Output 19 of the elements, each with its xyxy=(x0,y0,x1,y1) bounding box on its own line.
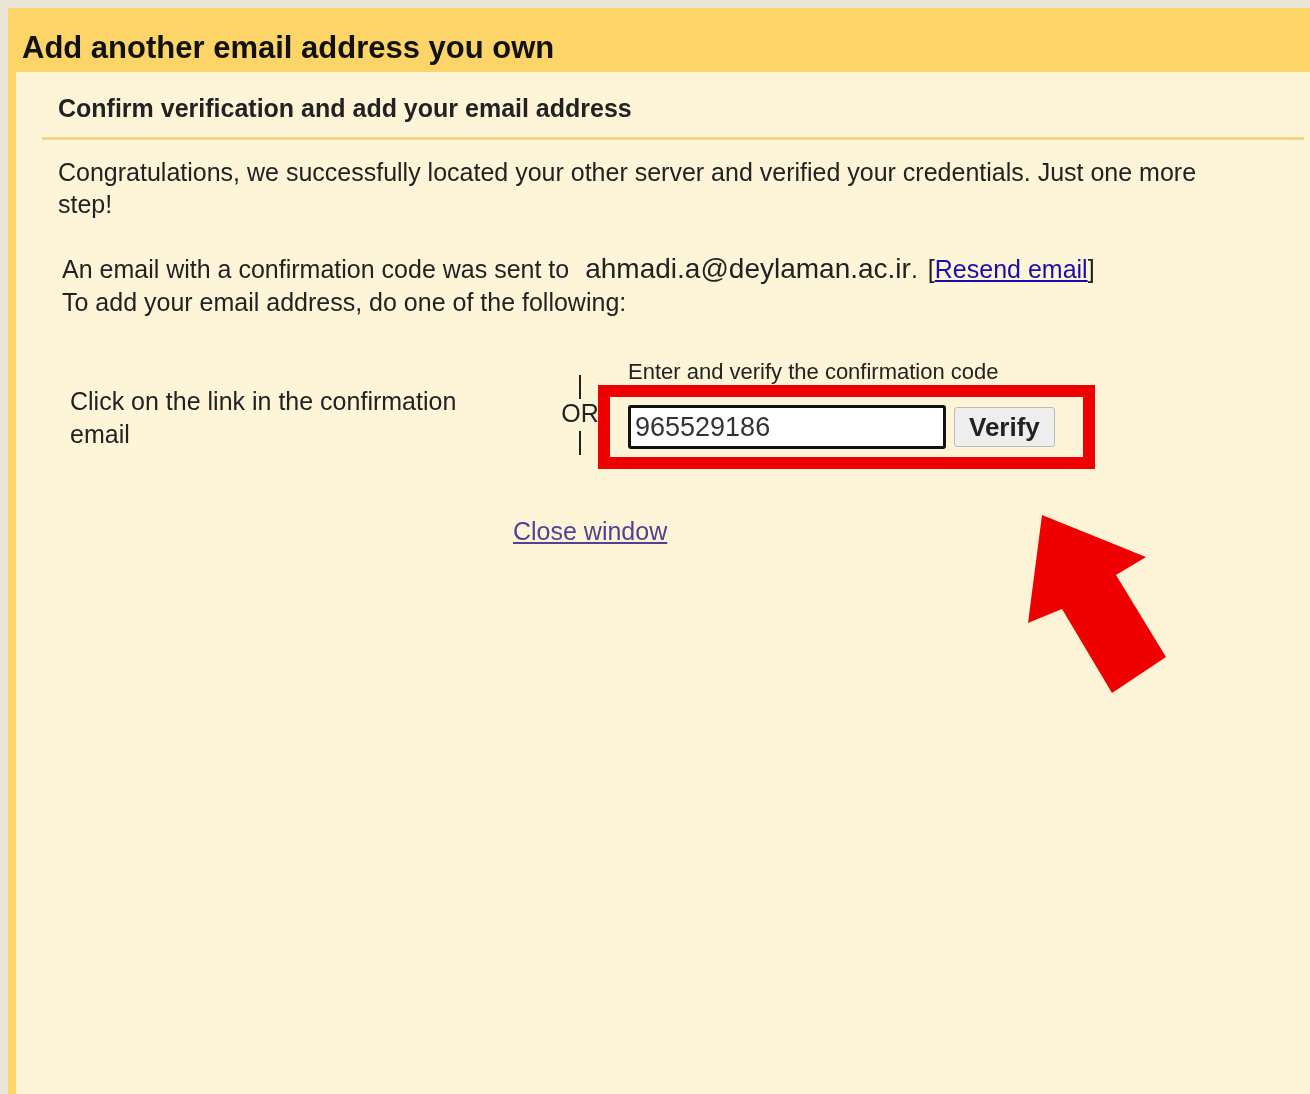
code-input[interactable]: 965529186 xyxy=(628,405,946,449)
email-address: ahmadi.a@deylaman.ac.ir xyxy=(585,252,911,285)
sent-notice: An email with a confirmation code was sent to xyxy=(62,254,570,285)
section-heading: Confirm verification and add your email address xyxy=(42,72,1304,140)
instruction-text: To add your email address, do one of the following: xyxy=(62,287,628,318)
window-title: Add another email address you own xyxy=(21,29,556,67)
arrow-icon xyxy=(1028,515,1166,693)
or-label: OR xyxy=(561,399,599,427)
divider-mark: | xyxy=(576,371,584,399)
bracket-text: ] xyxy=(1087,254,1095,285)
divider-mark: | xyxy=(576,427,584,455)
code-label: Enter and verify the confirmation code xyxy=(627,359,1000,385)
success-message: Congratulations, we successfully located your other server and verified your credentials. Just one more step! xyxy=(57,157,1198,220)
verify-button[interactable]: Verify xyxy=(954,407,1055,447)
option-text: Click on the link in the confirmation email xyxy=(70,386,458,450)
period-text: . xyxy=(910,254,918,283)
bracket-text: [ xyxy=(927,254,935,285)
resend-email-link[interactable]: Resend email xyxy=(934,253,1088,286)
close-window-link[interactable]: Close window xyxy=(513,517,668,545)
